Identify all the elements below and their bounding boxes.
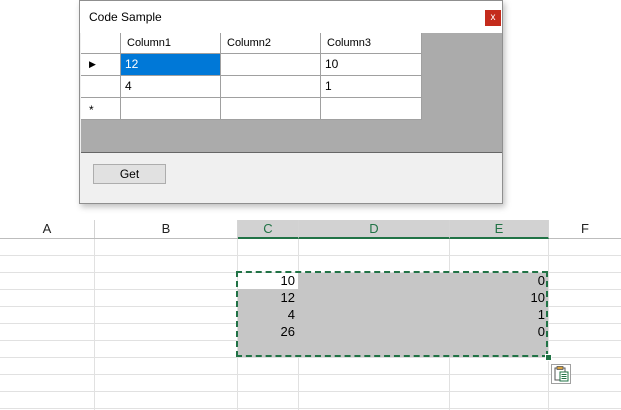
data-grid-view[interactable]: Column1 Column2 Column3 ▶ 12 10 4 1 * xyxy=(81,33,502,153)
new-row-asterisk-icon: * xyxy=(89,103,94,117)
grid-row-header[interactable]: * xyxy=(81,98,121,120)
column-header-d[interactable]: D xyxy=(299,220,450,239)
column-header-a[interactable]: A xyxy=(0,220,95,238)
current-row-arrow-icon: ▶ xyxy=(89,59,96,69)
close-button[interactable]: x xyxy=(485,10,501,26)
grid-cell[interactable]: 1 xyxy=(321,76,422,98)
copy-marquee xyxy=(236,271,548,357)
fill-handle[interactable] xyxy=(545,354,552,361)
grid-row-header[interactable] xyxy=(81,76,121,98)
title-bar[interactable]: Code Sample x xyxy=(80,1,502,33)
grid-row-header[interactable]: ▶ xyxy=(81,54,121,76)
column-header-e[interactable]: E xyxy=(450,220,549,239)
code-sample-dialog: Code Sample x Column1 Column2 Column3 ▶ … xyxy=(79,0,503,204)
grid-cell[interactable] xyxy=(321,98,422,120)
grid-cell[interactable]: 4 xyxy=(121,76,221,98)
col-gridline xyxy=(548,239,549,410)
paste-options-icon[interactable] xyxy=(551,364,571,384)
grid-cell[interactable] xyxy=(221,98,321,120)
get-button[interactable]: Get xyxy=(93,164,166,184)
grid-cell[interactable]: 10 xyxy=(321,54,422,76)
clipboard-icon xyxy=(554,366,569,382)
column-header-b[interactable]: B xyxy=(95,220,238,238)
close-icon: x xyxy=(490,12,496,23)
column-header-f[interactable]: F xyxy=(549,220,621,238)
grid-corner-header[interactable] xyxy=(81,33,121,54)
grid-cell[interactable]: 12 xyxy=(121,54,221,76)
grid-column-header-3[interactable]: Column3 xyxy=(321,33,422,54)
dialog-title: Code Sample xyxy=(89,10,162,24)
grid-cell[interactable] xyxy=(221,76,321,98)
grid-cell[interactable] xyxy=(121,98,221,120)
column-header-c[interactable]: C xyxy=(238,220,299,239)
col-gridline xyxy=(94,239,95,410)
grid-cell[interactable] xyxy=(221,54,321,76)
grid-column-header-2[interactable]: Column2 xyxy=(221,33,321,54)
grid-column-header-1[interactable]: Column1 xyxy=(121,33,221,54)
